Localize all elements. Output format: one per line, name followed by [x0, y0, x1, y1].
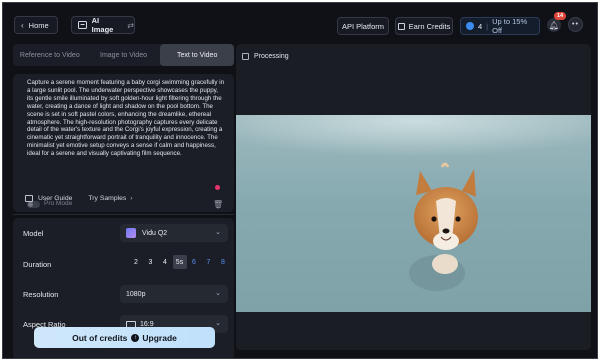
duration-option-8[interactable]: 8 — [216, 255, 230, 269]
model-icon — [126, 228, 136, 238]
model-select[interactable]: Vidu Q2 ⌄ — [120, 224, 228, 242]
duration-label: Duration — [23, 260, 52, 269]
gift-icon — [397, 22, 405, 30]
mode-tabs: Reference to Video Image to Video Text t… — [13, 44, 235, 66]
out-of-credits-label: Out of credits — [72, 332, 128, 343]
resolution-select[interactable]: 1080p ⌄ — [120, 285, 228, 303]
duration-option-2[interactable]: 2 — [129, 255, 143, 269]
chevron-down-icon: ⌄ — [215, 229, 221, 236]
processing-status: Processing — [254, 53, 289, 60]
chevron-down-icon: ⌄ — [215, 290, 221, 297]
duration-option-6[interactable]: 6 — [187, 255, 201, 269]
resolution-label: Resolution — [23, 290, 59, 299]
video-preview[interactable] — [236, 115, 591, 312]
notification-badge: 14 — [554, 12, 566, 20]
image-icon — [78, 21, 87, 29]
user-guide-link[interactable]: User Guide — [38, 195, 72, 202]
duration-option-4[interactable]: 4 — [158, 255, 172, 269]
resolution-value: 1080p — [126, 290, 146, 298]
ai-image-button[interactable]: AI Image ⇄ — [71, 16, 135, 34]
coin-icon — [466, 22, 474, 30]
bell-icon[interactable]: 🔔︎ — [547, 18, 561, 32]
model-label: Model — [23, 229, 44, 238]
ai-image-label: AI Image — [91, 16, 114, 34]
earn-credits-button[interactable]: Earn Credits — [395, 17, 453, 35]
chevron-left-icon: ‹ — [21, 20, 24, 30]
home-label: Home — [28, 20, 49, 30]
credits-separator: | — [486, 21, 489, 31]
upgrade-label: Upgrade — [142, 332, 177, 343]
duration-options: 2 3 4 5s 6 7 8 — [129, 255, 231, 269]
chevron-down-icon: ⌄ — [215, 320, 221, 327]
cursor-dot-icon — [215, 185, 220, 190]
upgrade-button[interactable]: Out of credits ↑ Upgrade — [34, 327, 215, 348]
swap-icon: ⇄ — [127, 20, 134, 30]
duration-option-5s[interactable]: 5s — [172, 255, 187, 269]
tab-reference-to-video[interactable]: Reference to Video — [13, 44, 87, 66]
divider — [13, 214, 234, 215]
credits-offer: Up to 15% Off — [492, 17, 528, 35]
select-checkbox[interactable] — [242, 53, 249, 60]
api-platform-button[interactable]: API Platform — [337, 17, 389, 35]
app-window: ‹ Home AI Image ⇄ API Platform Earn Cred… — [2, 2, 598, 359]
api-platform-label: API Platform — [341, 21, 385, 31]
earn-credits-label: Earn Credits — [408, 21, 451, 31]
tab-text-to-video[interactable]: Text to Video — [160, 44, 235, 66]
duration-option-3[interactable]: 3 — [144, 255, 158, 269]
chevron-right-icon: › — [130, 194, 133, 202]
tab-image-to-video[interactable]: Image to Video — [87, 44, 161, 66]
home-button[interactable]: ‹ Home — [14, 16, 58, 34]
try-samples-link[interactable]: Try Samples — [88, 195, 126, 202]
upgrade-icon: ↑ — [131, 333, 140, 342]
trash-icon[interactable]: 🗑︎ — [213, 200, 223, 209]
preview-panel: Processing — [236, 44, 591, 350]
model-value: Vidu Q2 — [142, 229, 168, 237]
helper-links: User Guide Try Samples › — [25, 192, 133, 204]
credits-count: 4 — [477, 21, 483, 31]
top-bar: ‹ Home AI Image ⇄ API Platform Earn Cred… — [3, 3, 597, 43]
book-icon — [25, 194, 33, 202]
prompt-input[interactable]: Capture a serene moment featuring a baby… — [27, 79, 225, 158]
duration-option-7[interactable]: 7 — [202, 255, 216, 269]
credits-button[interactable]: 4 | Up to 15% Off — [460, 17, 540, 35]
avatar[interactable]: •• — [568, 17, 583, 32]
left-panel: Reference to Video Image to Video Text t… — [13, 44, 242, 358]
